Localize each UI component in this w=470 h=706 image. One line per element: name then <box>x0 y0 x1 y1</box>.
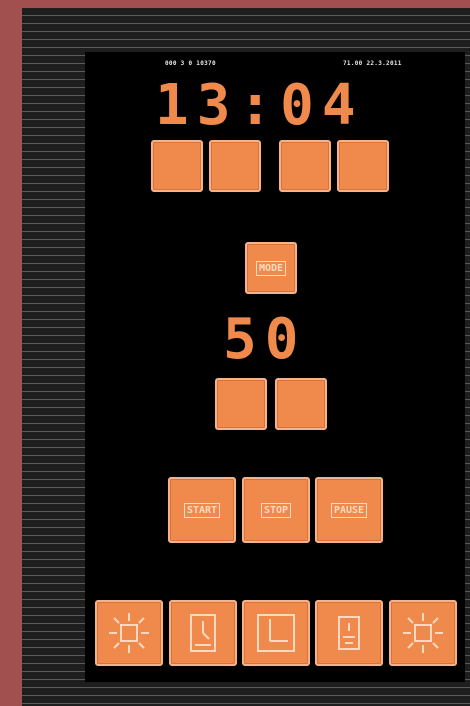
counter-digit-1-button[interactable] <box>215 378 267 430</box>
start-button[interactable]: START <box>168 477 236 543</box>
clock-digit-3-button[interactable] <box>279 140 331 192</box>
pause-button[interactable]: PAUSE <box>315 477 383 543</box>
device-frame: 000 3 0 10370 71.00 22.3.2011 13:04 MODE… <box>22 8 470 706</box>
start-label: START <box>183 502 221 518</box>
timer-icon <box>338 616 360 650</box>
mode-label: MODE <box>255 260 287 276</box>
clock-digit-1-button[interactable] <box>151 140 203 192</box>
sun-icon <box>109 613 149 653</box>
clock-digit-4-button[interactable] <box>337 140 389 192</box>
sun-right-button[interactable] <box>389 600 457 666</box>
counter-display: 50 <box>223 307 307 372</box>
counter-digit-2-button[interactable] <box>275 378 327 430</box>
sun-icon <box>403 613 443 653</box>
status-left: 000 3 0 10370 <box>165 60 216 67</box>
clock-display: 13:04 <box>155 73 364 138</box>
clock-digit-2-button[interactable] <box>209 140 261 192</box>
timer-right-button[interactable] <box>315 600 383 666</box>
clock-button[interactable] <box>242 600 310 666</box>
timer-left-button[interactable] <box>169 600 237 666</box>
mode-button[interactable]: MODE <box>245 242 297 294</box>
status-right: 71.00 22.3.2011 <box>343 60 402 67</box>
pause-label: PAUSE <box>330 502 368 518</box>
touch-screen: 000 3 0 10370 71.00 22.3.2011 13:04 MODE… <box>85 52 465 682</box>
timer-icon <box>190 614 216 652</box>
sun-left-button[interactable] <box>95 600 163 666</box>
clock-icon <box>257 614 295 652</box>
stop-label: STOP <box>260 502 292 518</box>
stop-button[interactable]: STOP <box>242 477 310 543</box>
